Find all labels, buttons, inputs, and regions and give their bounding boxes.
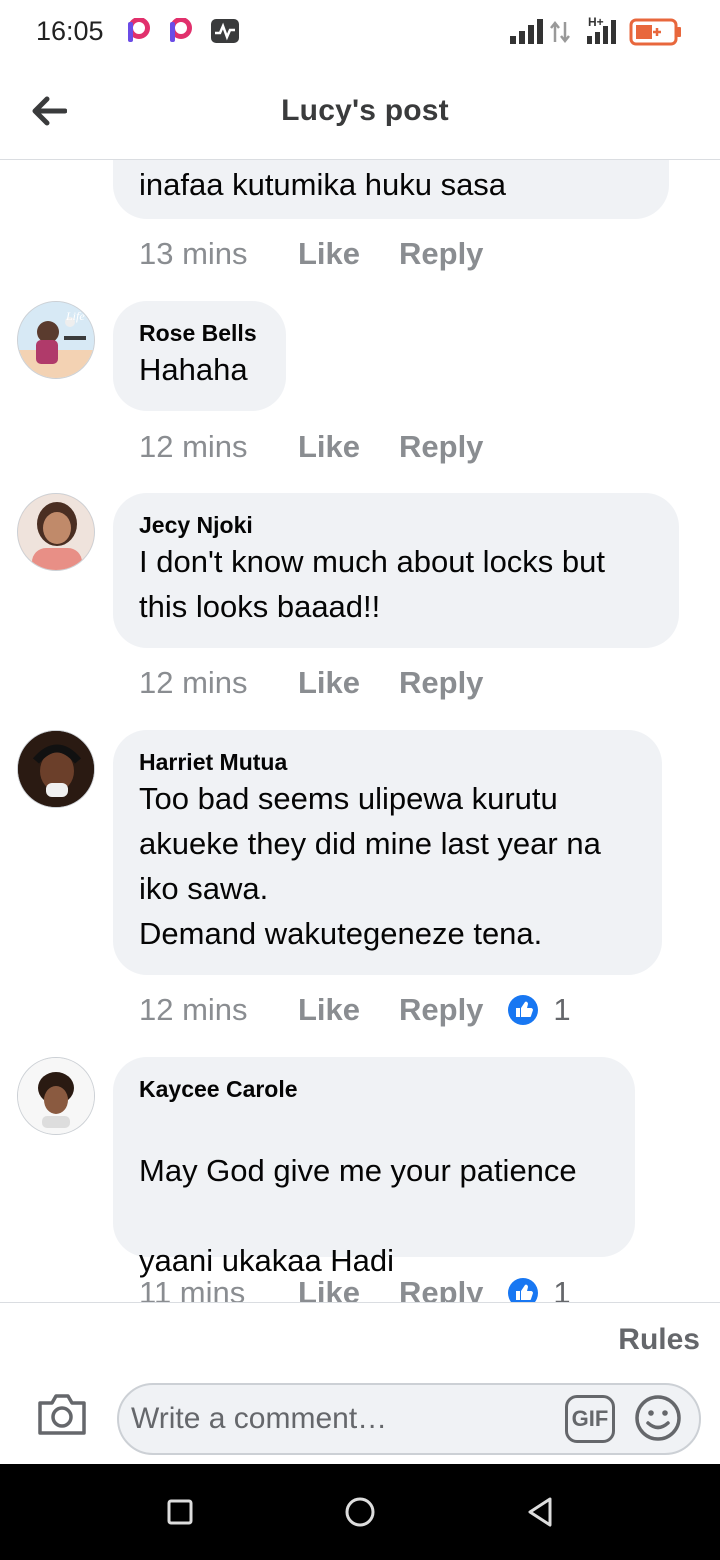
- avatar-image: [18, 1058, 94, 1134]
- status-time: 16:05: [36, 16, 104, 46]
- p-app-icon: [170, 18, 192, 42]
- like-button[interactable]: Like: [298, 992, 399, 1028]
- comment-meta: 13 mins Like Reply: [139, 232, 483, 276]
- like-button[interactable]: Like: [298, 1275, 399, 1302]
- camera-button[interactable]: [36, 1391, 88, 1437]
- comment-composer: Rules GIF: [0, 1302, 720, 1464]
- comment-time: 12 mins: [139, 992, 248, 1027]
- comment-author[interactable]: Jecy Njoki: [139, 511, 653, 539]
- avatar[interactable]: [17, 730, 95, 808]
- home-button[interactable]: [338, 1490, 382, 1534]
- page-title: Lucy's post: [281, 94, 449, 127]
- avatar-image: [18, 494, 94, 570]
- avatar[interactable]: [17, 493, 95, 571]
- comment-time: 12 mins: [139, 665, 248, 700]
- comment-input[interactable]: [131, 1391, 551, 1447]
- like-button[interactable]: Like: [298, 429, 399, 465]
- comment-time: 13 mins: [139, 236, 248, 271]
- avatar[interactable]: Life: [17, 301, 95, 379]
- signal-icon: H+: [510, 15, 681, 46]
- gif-button[interactable]: GIF: [565, 1395, 615, 1443]
- comment-text-line: May God give me your patience: [139, 1153, 577, 1188]
- comments-list[interactable]: inafaa kutumika huku sasa 13 mins Like R…: [0, 160, 720, 1302]
- comment-bubble[interactable]: Jecy Njoki I don't know much about locks…: [113, 493, 679, 648]
- comment-meta: 11 mins Like Reply 1: [139, 1271, 571, 1302]
- comment-author[interactable]: Rose Bells: [139, 319, 260, 347]
- smiley-icon: [635, 1395, 681, 1441]
- avatar[interactable]: [17, 1057, 95, 1135]
- comment-text: Hahaha: [139, 352, 248, 387]
- app-header: Lucy's post: [0, 66, 720, 160]
- like-button[interactable]: Like: [298, 236, 399, 272]
- comment-text: inafaa kutumika huku sasa: [139, 167, 507, 202]
- avatar-image: [18, 731, 94, 807]
- comment-bubble[interactable]: inafaa kutumika huku sasa: [113, 160, 669, 219]
- circle-icon: [345, 1497, 375, 1527]
- recents-button[interactable]: [158, 1490, 202, 1534]
- square-icon: [167, 1499, 193, 1525]
- reply-button[interactable]: Reply: [399, 429, 483, 465]
- reaction-summary[interactable]: 1: [507, 992, 571, 1028]
- status-bar: 16:05 H+: [0, 0, 720, 66]
- like-reaction-icon: [508, 1278, 539, 1302]
- rules-link[interactable]: Rules: [618, 1323, 700, 1357]
- comment-bubble[interactable]: Harriet Mutua Too bad seems ulipewa kuru…: [113, 730, 662, 975]
- comment-author[interactable]: Kaycee Carole: [139, 1075, 609, 1103]
- emoji-button[interactable]: [633, 1393, 683, 1443]
- comment-bubble[interactable]: Rose Bells Hahaha: [113, 301, 286, 411]
- comment-text: Too bad seems ulipewa kurutu akueke they…: [139, 781, 601, 951]
- comment-author[interactable]: Harriet Mutua: [139, 748, 636, 776]
- like-reaction-icon: [508, 995, 539, 1025]
- reply-button[interactable]: Reply: [399, 992, 483, 1028]
- reply-button[interactable]: Reply: [399, 1275, 483, 1302]
- reply-button[interactable]: Reply: [399, 665, 483, 701]
- back-nav-button[interactable]: [518, 1490, 562, 1534]
- hplus-label: H+: [588, 15, 604, 29]
- svg-text:Life: Life: [65, 309, 85, 323]
- system-nav-bar: [0, 1464, 720, 1560]
- comment-meta: 12 mins Like Reply: [139, 425, 483, 469]
- reaction-summary[interactable]: 1: [507, 1275, 571, 1302]
- comment-text: I don't know much about locks but this l…: [139, 544, 606, 624]
- camera-icon: [38, 1394, 86, 1435]
- comment-time: 11 mins: [139, 1275, 246, 1302]
- reply-button[interactable]: Reply: [399, 236, 483, 272]
- triangle-back-icon: [528, 1497, 552, 1527]
- p-app-icon: [128, 18, 150, 42]
- comment-meta: 12 mins Like Reply 1: [139, 988, 571, 1032]
- like-button[interactable]: Like: [298, 665, 399, 701]
- comment-time: 12 mins: [139, 429, 248, 464]
- activity-icon: [211, 19, 239, 43]
- reaction-count: 1: [553, 1275, 571, 1302]
- avatar-image: Life: [18, 302, 94, 378]
- comment-input-box[interactable]: GIF: [117, 1383, 701, 1455]
- comment-bubble[interactable]: Kaycee Carole May God give me your patie…: [113, 1057, 635, 1278]
- reaction-count: 1: [553, 992, 571, 1027]
- comment-meta: 12 mins Like Reply: [139, 661, 483, 705]
